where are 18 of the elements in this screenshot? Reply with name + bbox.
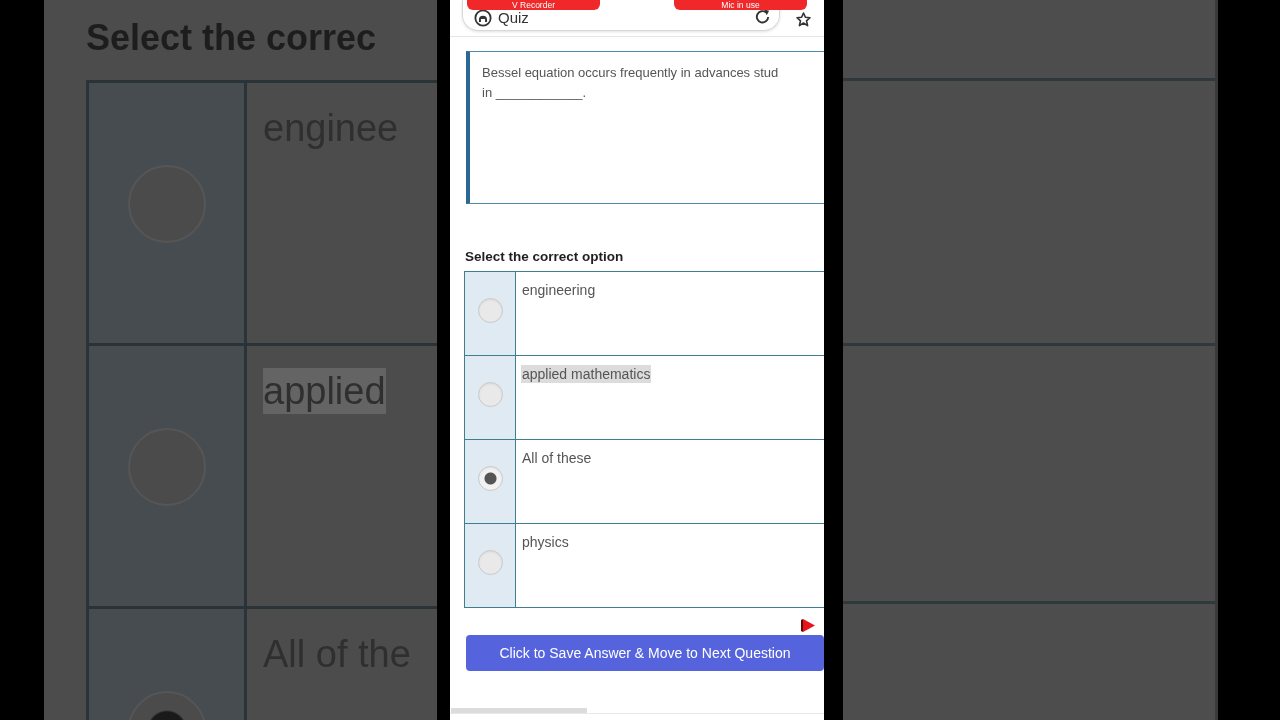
radio-button[interactable] <box>477 550 503 575</box>
reload-icon[interactable] <box>754 8 771 25</box>
star-icon[interactable] <box>796 12 811 27</box>
radio-button[interactable] <box>477 298 503 323</box>
radio-button[interactable] <box>477 382 503 407</box>
question-text: Bessel equation occurs frequently in advances stud in ____________. <box>482 64 779 102</box>
save-next-button[interactable]: Click to Save Answer & Move to Next Question <box>466 635 824 671</box>
play-icon <box>801 619 815 632</box>
option-text: All of these <box>521 449 593 467</box>
option-text: applied mathematics <box>521 365 652 383</box>
prompt-label: Select the correct option <box>465 249 624 265</box>
option-text: physics <box>521 533 570 551</box>
option-text: engineering <box>521 281 597 299</box>
circle-logo-icon <box>474 9 492 27</box>
radio-button[interactable] <box>477 466 503 491</box>
status-pill: Mic in use <box>674 0 807 10</box>
status-pill: V Recorder <box>467 0 600 10</box>
page-title: Quiz <box>498 10 529 25</box>
